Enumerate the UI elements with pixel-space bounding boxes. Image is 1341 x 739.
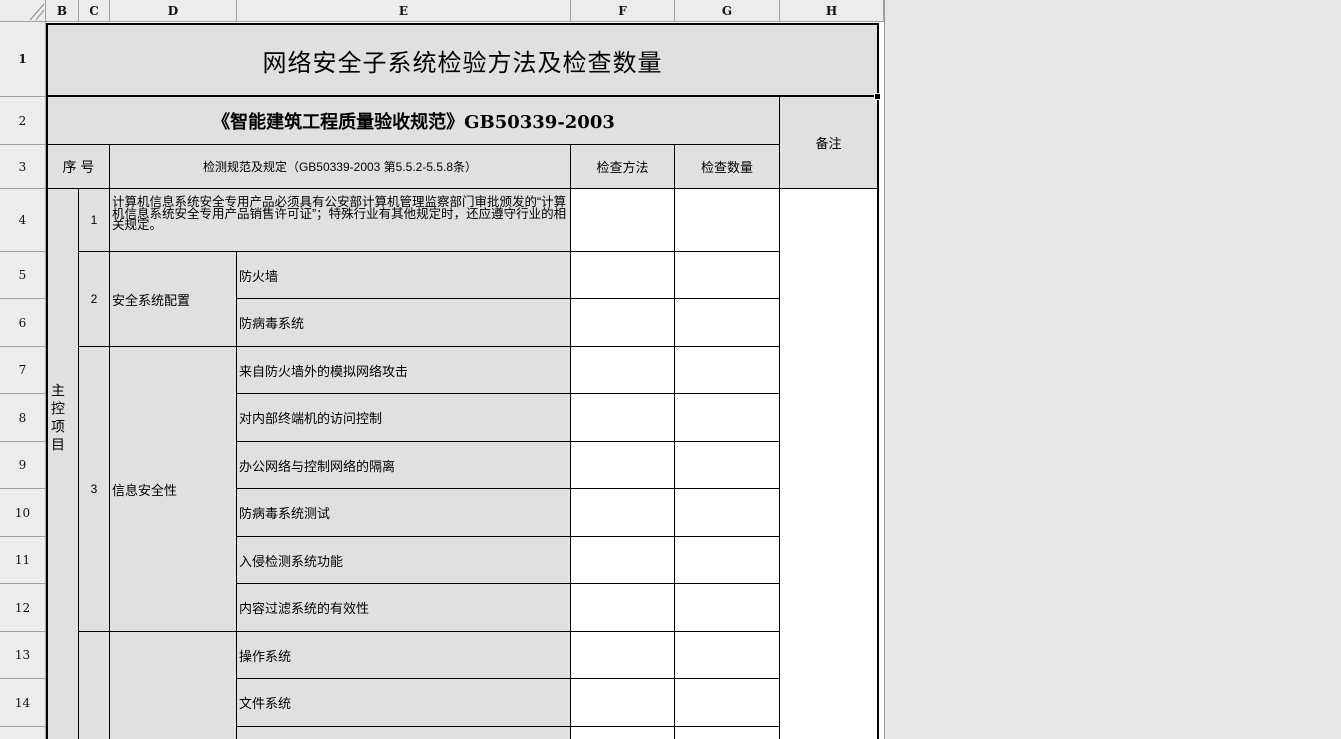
row-header-2[interactable]: 2 (0, 97, 46, 145)
spreadsheet: B C D E F G H 1 2 3 4 5 6 7 8 9 10 11 12… (0, 0, 1341, 739)
select-all-icon (29, 3, 45, 21)
subitem-cell[interactable]: 文件系统 (237, 679, 571, 727)
method-cell[interactable] (571, 584, 675, 632)
column-header-c[interactable]: C (79, 0, 110, 22)
item-no-cell[interactable]: 3 (79, 347, 110, 632)
quantity-cell[interactable] (675, 252, 780, 299)
method-cell[interactable] (571, 489, 675, 537)
subitem-cell[interactable] (237, 727, 571, 739)
method-cell[interactable] (571, 394, 675, 442)
quantity-cell[interactable] (675, 537, 780, 584)
method-cell[interactable] (571, 442, 675, 489)
quantity-cell[interactable] (675, 299, 780, 347)
subitem-cell[interactable]: 入侵检测系统功能 (237, 537, 571, 584)
method-cell[interactable] (571, 679, 675, 727)
method-cell[interactable] (571, 537, 675, 584)
column-header-b[interactable]: B (46, 0, 79, 22)
quantity-cell[interactable] (675, 442, 780, 489)
row-header-6[interactable]: 6 (0, 299, 46, 347)
spec-subtitle[interactable]: 《智能建筑工程质量验收规范》GB50339-2003 (46, 97, 780, 145)
row-header-15[interactable] (0, 727, 46, 739)
row-header-1[interactable]: 1 (0, 22, 46, 97)
group-label-cell[interactable] (110, 632, 237, 739)
column-header-f[interactable]: F (571, 0, 675, 22)
quantity-cell[interactable] (675, 347, 780, 394)
quantity-cell[interactable] (675, 489, 780, 537)
method-header[interactable]: 检查方法 (571, 145, 675, 189)
group-label-cell[interactable]: 信息安全性 (110, 347, 237, 632)
row-header-4[interactable]: 4 (0, 189, 46, 252)
subitem-cell[interactable]: 操作系统 (237, 632, 571, 679)
row-header-9[interactable]: 9 (0, 442, 46, 489)
row-header-10[interactable]: 10 (0, 489, 46, 537)
row-header-5[interactable]: 5 (0, 252, 46, 299)
subitem-cell[interactable]: 防火墙 (237, 252, 571, 299)
spec-header[interactable]: 检测规范及规定（GB50339-2003 第5.5.2-5.5.8条） (110, 145, 571, 189)
row-header-12[interactable]: 12 (0, 584, 46, 632)
quantity-cell[interactable] (675, 632, 780, 679)
select-all-corner[interactable] (0, 0, 46, 22)
column-header-d[interactable]: D (110, 0, 237, 22)
subitem-cell[interactable]: 对内部终端机的访问控制 (237, 394, 571, 442)
method-cell[interactable] (571, 347, 675, 394)
row-header-13[interactable]: 13 (0, 632, 46, 679)
seq-header[interactable]: 序 号 (46, 145, 110, 189)
column-header-e[interactable]: E (237, 0, 571, 22)
subitem-cell[interactable]: 防病毒系统测试 (237, 489, 571, 537)
quantity-cell[interactable] (675, 189, 780, 252)
item-text-cell[interactable]: 计算机信息系统安全专用产品必须具有公安部计算机管理监察部门审批颁发的“计算机信息… (110, 189, 571, 252)
row-header-8[interactable]: 8 (0, 394, 46, 442)
subitem-cell[interactable]: 内容过滤系统的有效性 (237, 584, 571, 632)
empty-sheet-area[interactable] (884, 0, 1341, 739)
method-cell[interactable] (571, 632, 675, 679)
quantity-cell[interactable] (675, 727, 780, 739)
subitem-cell[interactable]: 来自防火墙外的模拟网络攻击 (237, 347, 571, 394)
item-no-cell[interactable] (79, 632, 110, 739)
group-label-cell[interactable]: 安全系统配置 (110, 252, 237, 347)
row-header-11[interactable]: 11 (0, 537, 46, 584)
selection-fill-handle[interactable] (874, 93, 881, 100)
method-cell[interactable] (571, 189, 675, 252)
item-no-cell[interactable]: 2 (79, 252, 110, 347)
subitem-cell[interactable]: 办公网络与控制网络的隔离 (237, 442, 571, 489)
method-cell[interactable] (571, 252, 675, 299)
quantity-cell[interactable] (675, 394, 780, 442)
subitem-cell[interactable]: 防病毒系统 (237, 299, 571, 347)
remark-cell[interactable] (780, 189, 879, 739)
item-no-cell[interactable]: 1 (79, 189, 110, 252)
column-header-g[interactable]: G (675, 0, 780, 22)
row-header-3[interactable]: 3 (0, 145, 46, 189)
table-title[interactable]: 网络安全子系统检验方法及检查数量 (46, 23, 879, 97)
remark-header[interactable]: 备注 (780, 97, 879, 189)
method-cell[interactable] (571, 299, 675, 347)
column-header-h[interactable]: H (780, 0, 884, 22)
quantity-cell[interactable] (675, 679, 780, 727)
category-cell[interactable]: 主控项目 (46, 189, 79, 739)
quantity-header[interactable]: 检查数量 (675, 145, 780, 189)
row-header-14[interactable]: 14 (0, 679, 46, 727)
method-cell[interactable] (571, 727, 675, 739)
row-header-7[interactable]: 7 (0, 347, 46, 394)
quantity-cell[interactable] (675, 584, 780, 632)
